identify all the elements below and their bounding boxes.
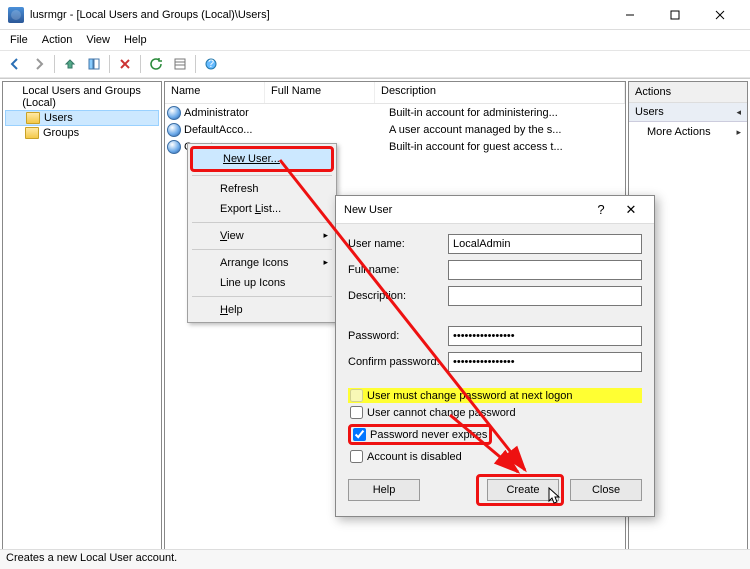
menubar: File Action View Help [0, 30, 750, 50]
tree-root-label: Local Users and Groups (Local) [22, 85, 158, 109]
menu-help[interactable]: Help [118, 32, 153, 48]
titlebar: lusrmgr - [Local Users and Groups (Local… [0, 0, 750, 30]
password-field[interactable] [448, 326, 642, 346]
actions-context[interactable]: Users [629, 103, 747, 122]
status-bar: Creates a new Local User account. [0, 549, 750, 569]
toolbar: ? [0, 50, 750, 78]
svg-text:?: ? [208, 58, 214, 70]
folder-icon [25, 127, 39, 139]
window-title: lusrmgr - [Local Users and Groups (Local… [30, 9, 607, 21]
col-name[interactable]: Name [165, 82, 265, 103]
minimize-button[interactable] [607, 1, 652, 29]
label-username: User name: [348, 238, 448, 250]
tree-item-label: Users [44, 112, 73, 124]
cell-name: Administrator [184, 107, 279, 119]
check-cannot-change[interactable]: User cannot change password [348, 405, 642, 420]
tree-item-groups[interactable]: Groups [5, 126, 159, 140]
cursor-icon [548, 487, 564, 507]
list-row[interactable]: Administrator Built-in account for admin… [165, 104, 625, 121]
username-field[interactable] [448, 234, 642, 254]
tree-root-icon [6, 90, 18, 104]
cell-desc: A user account managed by the s... [389, 124, 625, 136]
ctx-arrange[interactable]: Arrange Icons [190, 253, 334, 273]
user-icon [167, 140, 181, 154]
cell-desc: Built-in account for guest access t... [389, 141, 625, 153]
actions-header: Actions [629, 82, 747, 103]
back-button[interactable] [4, 53, 26, 75]
fullname-field[interactable] [448, 260, 642, 280]
dialog-close-button[interactable]: ✕ [616, 202, 646, 218]
close-button-dlg[interactable]: Close [570, 479, 642, 501]
help-button[interactable]: Help [348, 479, 420, 501]
description-field[interactable] [448, 286, 642, 306]
dialog-help-button[interactable]: ? [586, 202, 616, 217]
list-header: Name Full Name Description [165, 82, 625, 104]
list-row[interactable]: DefaultAcco... A user account managed by… [165, 121, 625, 138]
tree-item-label: Groups [43, 127, 79, 139]
label-description: Description: [348, 290, 448, 302]
app-icon [8, 7, 24, 23]
tree-item-users[interactable]: Users [5, 110, 159, 126]
new-user-dialog: New User ? ✕ User name: Full name: Descr… [335, 195, 655, 517]
delete-button[interactable] [114, 53, 136, 75]
tree-root[interactable]: Local Users and Groups (Local) [5, 84, 159, 110]
refresh-button[interactable] [145, 53, 167, 75]
user-icon [167, 106, 181, 120]
check-must-change[interactable]: User must change password at next logon [348, 388, 642, 403]
ctx-lineup[interactable]: Line up Icons [190, 273, 334, 293]
check-disabled[interactable]: Account is disabled [348, 449, 642, 464]
label-confirm: Confirm password: [348, 356, 448, 368]
ctx-help[interactable]: Help [190, 300, 334, 320]
menu-view[interactable]: View [80, 32, 116, 48]
confirm-password-field[interactable] [448, 352, 642, 372]
maximize-button[interactable] [652, 1, 697, 29]
export-button[interactable] [169, 53, 191, 75]
col-description[interactable]: Description [375, 82, 625, 103]
user-icon [167, 123, 181, 137]
actions-more[interactable]: More Actions [629, 122, 747, 142]
folder-icon [26, 112, 40, 124]
dialog-title: New User [344, 204, 586, 216]
check-never-expires[interactable]: Password never expires [348, 424, 492, 445]
checkbox-never-expires[interactable] [353, 428, 366, 441]
ctx-export[interactable]: Export List... [190, 199, 334, 219]
label-fullname: Full name: [348, 264, 448, 276]
checkbox-disabled[interactable] [350, 450, 363, 463]
ctx-view[interactable]: View [190, 226, 334, 246]
label-password: Password: [348, 330, 448, 342]
ctx-new-user[interactable]: New User... [190, 146, 334, 172]
context-menu: New User... Refresh Export List... View … [187, 143, 337, 323]
forward-button[interactable] [28, 53, 50, 75]
close-button[interactable] [697, 1, 742, 29]
show-hide-button[interactable] [83, 53, 105, 75]
dialog-titlebar: New User ? ✕ [336, 196, 654, 224]
help-button[interactable]: ? [200, 53, 222, 75]
menu-file[interactable]: File [4, 32, 34, 48]
up-button[interactable] [59, 53, 81, 75]
cell-name: DefaultAcco... [184, 124, 279, 136]
checkbox-cannot-change[interactable] [350, 406, 363, 419]
cell-desc: Built-in account for administering... [389, 107, 625, 119]
checkbox-must-change[interactable] [350, 389, 363, 402]
tree-pane[interactable]: Local Users and Groups (Local) Users Gro… [2, 81, 162, 566]
menu-action[interactable]: Action [36, 32, 79, 48]
col-fullname[interactable]: Full Name [265, 82, 375, 103]
ctx-refresh[interactable]: Refresh [190, 179, 334, 199]
